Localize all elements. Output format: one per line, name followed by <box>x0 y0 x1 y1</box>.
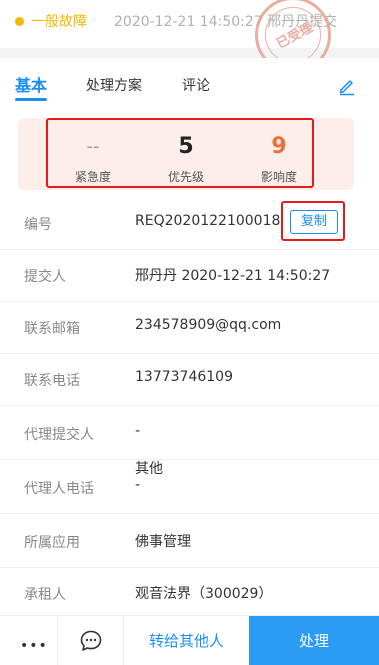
field-label: 所属应用 <box>24 535 80 551</box>
field-row-phone: 联系电话 13773746109 <box>0 354 379 406</box>
field-label: 联系邮箱 <box>24 321 80 337</box>
more-button[interactable]: ••• <box>0 616 58 665</box>
field-label: 代理提交人 <box>24 427 94 443</box>
agent-phone-extra: 其他 <box>135 461 163 477</box>
impact-value: 9 <box>271 134 287 159</box>
field-label: 编号 <box>24 217 52 233</box>
field-label: 提交人 <box>24 269 66 285</box>
active-tab-underline <box>15 98 47 101</box>
urgency-label: 紧急度 <box>74 170 111 184</box>
phone-value: 13773746109 <box>135 369 233 385</box>
field-row-agent-phone: 代理人电话 - <box>0 462 379 514</box>
field-row-application: 所属应用 佛事管理 <box>0 516 379 568</box>
tab-solution[interactable]: 处理方案 <box>86 75 142 95</box>
pencil-icon[interactable] <box>337 76 357 96</box>
priority-value: 5 <box>178 134 194 159</box>
ticket-type: 一般故障 <box>31 14 87 30</box>
priority-metric: 5 优先级 <box>141 120 231 190</box>
ticket-header: 一般故障 2020-12-21 14:50:27 邢丹丹提交 已受理 <box>0 0 379 73</box>
field-label: 代理人电话 <box>24 481 94 497</box>
tab-bar: 基本 处理方案 评论 <box>0 58 379 102</box>
submitter-value: 邢丹丹 2020-12-21 14:50:27 <box>135 268 331 284</box>
agent-phone-value: - <box>135 477 141 493</box>
agent-value: - <box>135 423 141 439</box>
chat-bubble-icon <box>80 630 102 651</box>
field-row-tenant: 承租人 观音法界（300029） <box>0 568 379 620</box>
chat-button[interactable] <box>58 616 124 665</box>
field-row-submitter: 提交人 邢丹丹 2020-12-21 14:50:27 <box>0 250 379 302</box>
field-label: 承租人 <box>24 587 66 603</box>
metrics-panel: -- 紧急度 5 优先级 9 影响度 <box>18 118 354 190</box>
priority-label: 优先级 <box>167 170 204 184</box>
urgency-value: -- <box>86 136 100 157</box>
tab-basic[interactable]: 基本 <box>15 72 47 96</box>
stamp-text: 已受理 <box>274 20 316 53</box>
metrics-highlight: -- 紧急度 5 优先级 9 影响度 <box>46 118 314 188</box>
application-value: 佛事管理 <box>135 534 191 550</box>
field-row-agent: 代理提交人 - <box>0 408 379 460</box>
detail-card: 基本 处理方案 评论 -- 紧急度 5 优先级 9 影响度 编号 REQ2020… <box>0 58 379 628</box>
email-value: 234578909@qq.com <box>135 317 282 333</box>
tenant-value: 观音法界（300029） <box>135 586 273 602</box>
status-dot <box>15 17 24 26</box>
field-row-email: 联系邮箱 234578909@qq.com <box>0 302 379 354</box>
field-label: 联系电话 <box>24 373 80 389</box>
copy-button[interactable]: 复制 <box>290 210 338 234</box>
action-bar: ••• 转给其他人 处理 <box>0 615 379 665</box>
stamp-inner-ring: 已受理 <box>265 7 321 63</box>
tab-comments[interactable]: 评论 <box>182 75 210 95</box>
impact-label: 影响度 <box>260 170 297 184</box>
transfer-button[interactable]: 转给其他人 <box>124 616 249 665</box>
ticket-number: REQ2020122100018 <box>135 213 281 229</box>
impact-metric: 9 影响度 <box>234 120 324 190</box>
urgency-metric: -- 紧急度 <box>48 120 138 190</box>
process-button[interactable]: 处理 <box>249 616 379 665</box>
more-dots-icon: ••• <box>20 638 48 654</box>
